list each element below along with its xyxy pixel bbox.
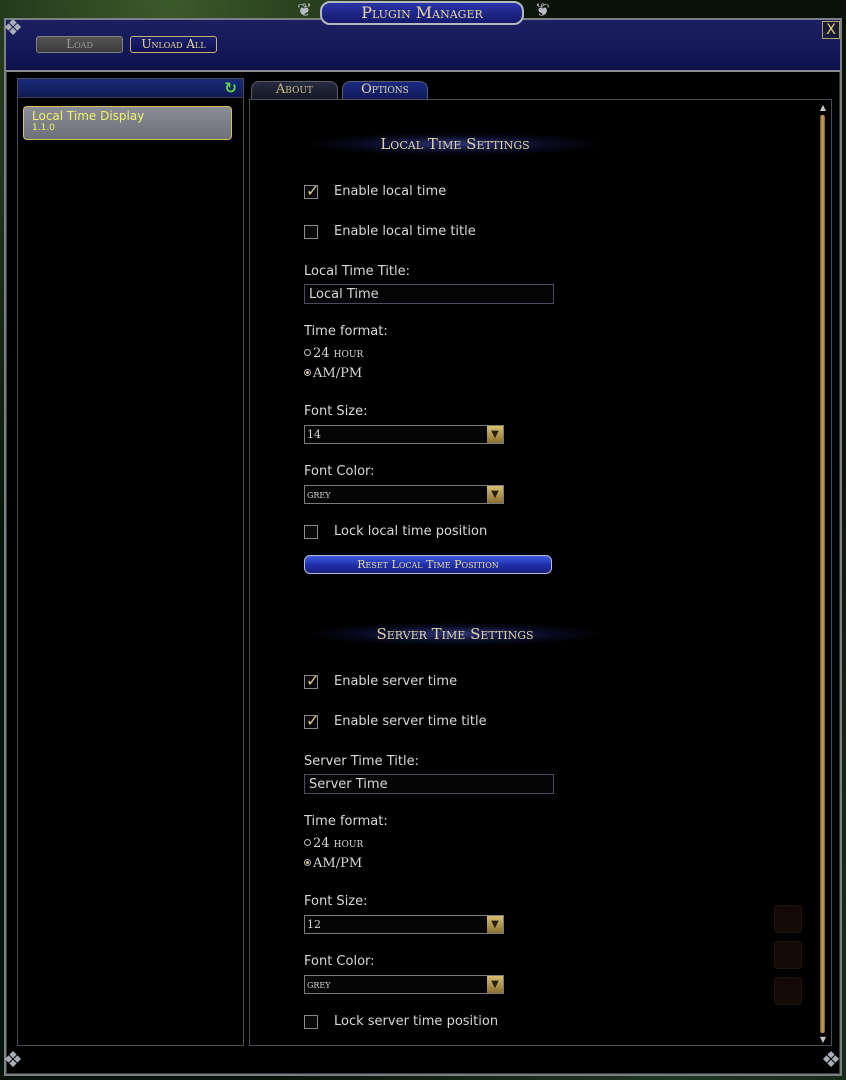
local-font-color-dropdown[interactable]: grey ▼ (304, 485, 504, 504)
frame-corner-bottom-left-icon: ❖ (3, 1048, 23, 1073)
enable-local-title-checkbox[interactable] (304, 225, 318, 239)
local-format-24-label: 24 hour (313, 346, 364, 361)
local-title-input[interactable] (304, 284, 554, 304)
lock-local-position-label: Lock local time position (334, 524, 488, 539)
server-format-ampm-label: AM/PM (313, 856, 363, 871)
refresh-icon[interactable]: ↻ (224, 80, 237, 96)
server-title-field-label: Server Time Title: (304, 754, 419, 769)
local-time-format-label: Time format: (304, 324, 388, 339)
checkmark-icon: ✓ (306, 181, 320, 200)
close-button[interactable]: X (822, 21, 840, 39)
enable-server-title-label: Enable server time title (334, 714, 487, 729)
plugin-list-panel: ↻ Local Time Display 1.1.0 (17, 78, 244, 1046)
server-font-color-dropdown[interactable]: grey ▼ (304, 975, 504, 994)
title-ornament-left-icon: ❦ (297, 0, 313, 21)
local-font-size-dropdown[interactable]: 14 ▼ (304, 425, 504, 444)
server-time-format-label: Time format: (304, 814, 388, 829)
server-font-color-label: Font Color: (304, 954, 375, 969)
local-format-ampm-option[interactable]: AM/PM (304, 366, 362, 382)
checkmark-icon: ✓ (306, 711, 320, 730)
radio-ampm[interactable] (304, 859, 311, 866)
options-scrollbar[interactable]: ▲ ▼ (818, 103, 828, 1045)
scrollbar-thumb[interactable] (820, 115, 825, 1033)
enable-local-time-label: Enable local time (334, 184, 447, 199)
tab-options[interactable]: Options (342, 81, 428, 99)
frame-corner-top-left-icon: ❖ (3, 16, 23, 41)
frame-corner-bottom-right-icon: ❖ (821, 1048, 841, 1073)
server-format-24-option[interactable]: 24 hour (304, 836, 363, 852)
checkmark-icon: ✓ (306, 671, 320, 690)
dropdown-arrow-icon[interactable]: ▼ (487, 916, 503, 933)
unload-all-button[interactable]: Unload All (130, 36, 217, 53)
server-font-size-label: Font Size: (304, 894, 368, 909)
game-hud-background (770, 905, 816, 1045)
close-icon: X (826, 22, 836, 38)
enable-server-time-checkbox[interactable]: ✓ (304, 671, 320, 690)
local-font-color-label: Font Color: (304, 464, 375, 479)
local-format-ampm-label: AM/PM (313, 366, 363, 381)
local-font-size-label: Font Size: (304, 404, 368, 419)
local-section-title: Local Time Settings (305, 132, 605, 156)
server-section-title: Server Time Settings (305, 622, 605, 646)
title-ornament-right-icon: ❦ (534, 0, 550, 21)
dropdown-arrow-icon[interactable]: ▼ (487, 426, 503, 443)
dropdown-arrow-icon[interactable]: ▼ (487, 976, 503, 993)
plugin-list-item[interactable]: Local Time Display 1.1.0 (23, 106, 232, 140)
scroll-down-icon[interactable]: ▼ (818, 1035, 828, 1045)
window-title: Plugin Manager (320, 1, 524, 25)
load-button[interactable]: Load (36, 36, 123, 53)
lock-local-position-checkbox[interactable] (304, 525, 318, 539)
enable-server-title-checkbox[interactable]: ✓ (304, 711, 320, 730)
server-format-24-label: 24 hour (313, 836, 364, 851)
server-font-color-value: grey (307, 978, 331, 991)
plugin-name: Local Time Display (32, 109, 145, 123)
local-format-24-option[interactable]: 24 hour (304, 346, 363, 362)
server-format-ampm-option[interactable]: AM/PM (304, 856, 362, 872)
plugin-version: 1.1.0 (32, 123, 55, 133)
local-font-color-value: grey (307, 488, 331, 501)
enable-local-title-label: Enable local time title (334, 224, 476, 239)
radio-ampm[interactable] (304, 369, 311, 376)
reset-local-time-position-button[interactable]: Reset Local Time Position (304, 555, 552, 574)
tab-about[interactable]: About (251, 81, 338, 99)
lock-server-position-label: Lock server time position (334, 1014, 499, 1029)
radio-24-hour[interactable] (304, 349, 311, 356)
dropdown-arrow-icon[interactable]: ▼ (487, 486, 503, 503)
server-title-input[interactable] (304, 774, 554, 794)
scroll-up-icon[interactable]: ▲ (818, 103, 828, 113)
local-font-size-value: 14 (307, 428, 321, 441)
plugin-list-header: ↻ (18, 79, 243, 98)
enable-server-time-label: Enable server time (334, 674, 458, 689)
server-font-size-value: 12 (307, 918, 321, 931)
lock-server-position-checkbox[interactable] (304, 1015, 318, 1029)
server-font-size-dropdown[interactable]: 12 ▼ (304, 915, 504, 934)
enable-local-time-checkbox[interactable]: ✓ (304, 181, 320, 200)
radio-24-hour[interactable] (304, 839, 311, 846)
local-title-field-label: Local Time Title: (304, 264, 411, 279)
